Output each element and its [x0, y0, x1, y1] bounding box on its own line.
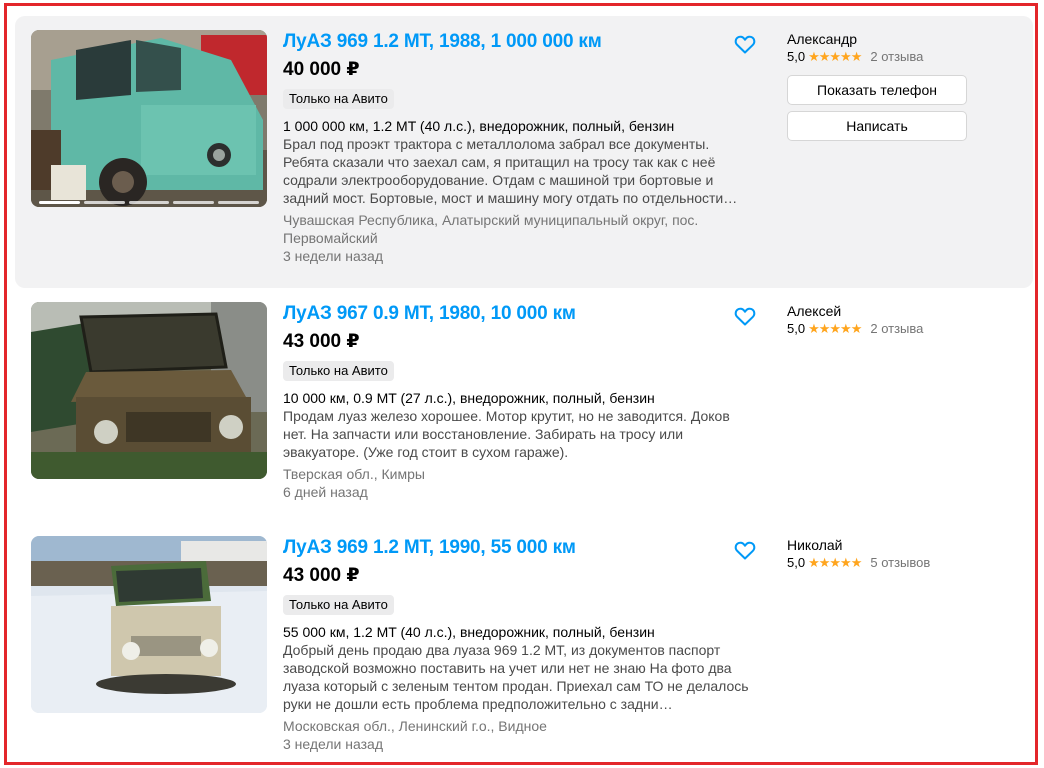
photo-pagination — [39, 201, 259, 204]
avito-only-badge: Только на Авито — [283, 361, 394, 381]
listing-card[interactable]: ЛуАЗ 969 1.2 MT, 1988, 1 000 000 км 40 0… — [15, 16, 1033, 288]
listing-params: 1 000 000 км, 1.2 MT (40 л.с.), внедорож… — [283, 118, 675, 134]
seller-block: Николай 5,0 ★★★★★ 5 отзывов — [787, 536, 977, 572]
seller-block: Александр 5,0 ★★★★★ 2 отзыва Показать те… — [787, 30, 977, 141]
rating-value: 5,0 — [787, 49, 806, 64]
listing-price: 43 000 ₽ — [283, 331, 360, 352]
listing-date: 3 недели назад — [283, 736, 383, 752]
avito-only-badge: Только на Авито — [283, 89, 394, 109]
listing-price: 40 000 ₽ — [283, 59, 360, 80]
listing-description: Брал под проэкт трактора с металлолома з… — [283, 136, 738, 206]
listing-location: Чувашская Республика, Алатырский муницип… — [283, 212, 699, 246]
listing-params: 55 000 км, 1.2 MT (40 л.с.), внедорожник… — [283, 624, 655, 640]
reviews-count[interactable]: 2 отзыва — [870, 320, 923, 338]
listing-photo[interactable] — [31, 536, 267, 713]
seller-rating: 5,0 ★★★★★ 5 отзывов — [787, 554, 977, 572]
seller-block: Алексей 5,0 ★★★★★ 2 отзыва — [787, 302, 977, 338]
listing-description: Добрый день продаю два луаза 969 1.2 МТ,… — [283, 642, 749, 712]
listing-params: 10 000 км, 0.9 MT (27 л.с.), внедорожник… — [283, 390, 655, 406]
listing-description: Продам луаз железо хорошее. Мотор крутит… — [283, 408, 730, 460]
write-message-button[interactable]: Написать — [787, 111, 967, 141]
listing-card[interactable]: ЛуАЗ 969 1.2 MT, 1990, 55 000 км 43 000 … — [15, 522, 1033, 762]
listing-photo[interactable] — [31, 302, 267, 479]
listing-title-link[interactable]: ЛуАЗ 969 1.2 MT, 1988, 1 000 000 км — [283, 30, 753, 54]
avito-only-badge: Только на Авито — [283, 595, 394, 615]
seller-name[interactable]: Александр — [787, 30, 977, 48]
listing-title-link[interactable]: ЛуАЗ 969 1.2 MT, 1990, 55 000 км — [283, 536, 753, 560]
listing-location: Тверская обл., Кимры — [283, 466, 425, 482]
show-phone-button[interactable]: Показать телефон — [787, 75, 967, 105]
star-rating-icon: ★★★★★ — [808, 321, 862, 336]
heart-outline-icon[interactable] — [733, 304, 757, 328]
listing-title-link[interactable]: ЛуАЗ 967 0.9 MT, 1980, 10 000 км — [283, 302, 753, 326]
heart-outline-icon[interactable] — [733, 538, 757, 562]
rating-value: 5,0 — [787, 555, 806, 570]
seller-rating: 5,0 ★★★★★ 2 отзыва — [787, 48, 977, 66]
heart-outline-icon[interactable] — [733, 32, 757, 56]
seller-rating: 5,0 ★★★★★ 2 отзыва — [787, 320, 977, 338]
star-rating-icon: ★★★★★ — [808, 555, 862, 570]
listing-card[interactable]: ЛуАЗ 967 0.9 MT, 1980, 10 000 км 43 000 … — [15, 288, 1033, 520]
listing-date: 3 недели назад — [283, 248, 383, 264]
rating-value: 5,0 — [787, 321, 806, 336]
reviews-count[interactable]: 2 отзыва — [870, 48, 923, 66]
listing-date: 6 дней назад — [283, 484, 368, 500]
seller-name[interactable]: Алексей — [787, 302, 977, 320]
listing-location: Московская обл., Ленинский г.о., Видное — [283, 718, 547, 734]
listing-price: 43 000 ₽ — [283, 565, 360, 586]
listings-frame: ЛуАЗ 969 1.2 MT, 1988, 1 000 000 км 40 0… — [4, 3, 1038, 765]
reviews-count[interactable]: 5 отзывов — [870, 554, 930, 572]
seller-name[interactable]: Николай — [787, 536, 977, 554]
star-rating-icon: ★★★★★ — [808, 49, 862, 64]
listing-photo[interactable] — [31, 30, 267, 207]
